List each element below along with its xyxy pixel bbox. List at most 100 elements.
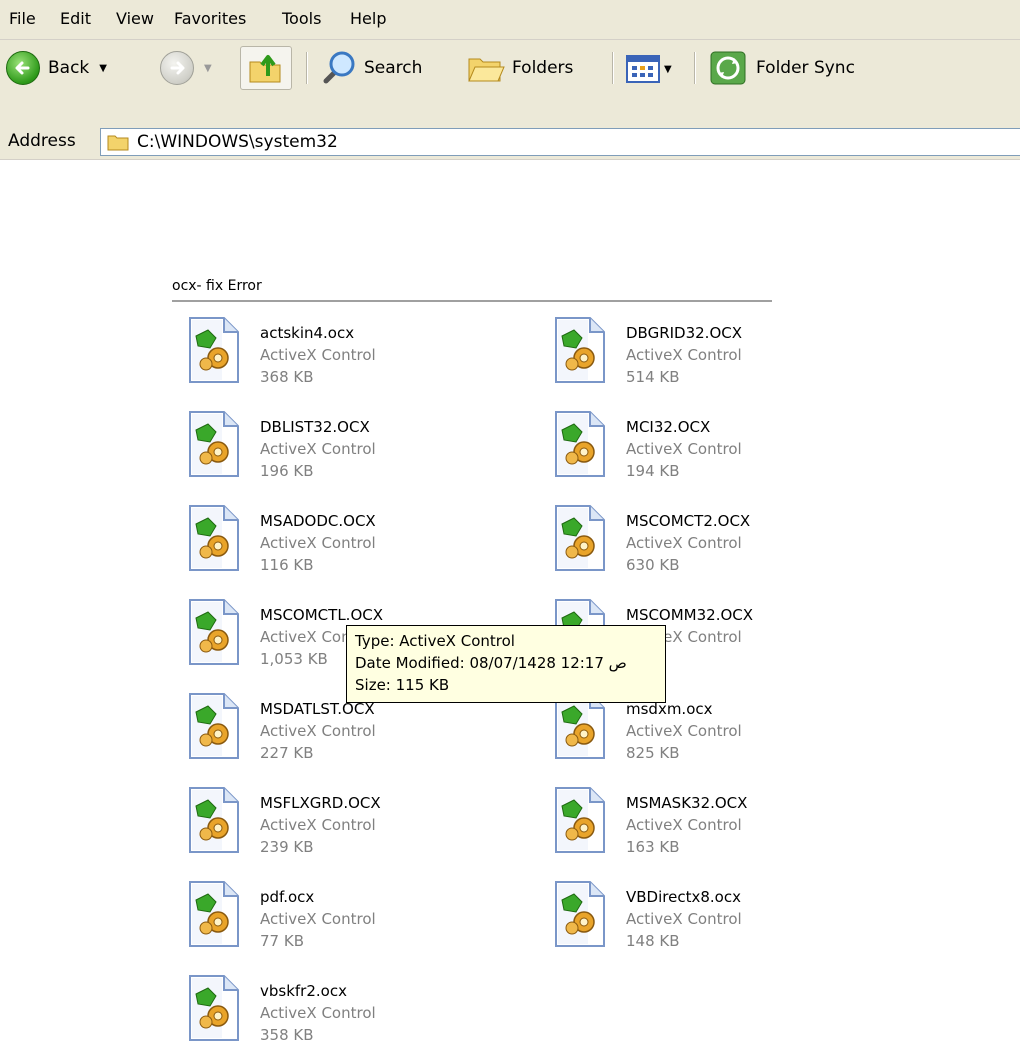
back-dropdown-icon[interactable]: ▼ [99,63,107,74]
file-item[interactable]: MCI32.OCX ActiveX Control 194 KB [552,410,882,496]
file-size: 1,053 KB [260,650,328,668]
back-label: Back [48,58,90,78]
views-icon [626,55,660,83]
file-size: 239 KB [260,838,314,856]
tooltip-size: Size: 115 KB [355,676,450,694]
activex-file-icon [186,974,242,1042]
activex-file-icon [186,598,242,666]
activex-file-icon [186,880,242,948]
forward-arrow-icon [160,51,194,85]
file-name: MSMASK32.OCX [626,794,748,812]
tooltip-date-modified: Date Modified: 08/07/1428 12:17 ص [355,654,627,672]
file-item[interactable]: pdf.ocx ActiveX Control 77 KB [186,880,516,966]
back-button[interactable]: Back ▼ [6,46,107,90]
file-size: 227 KB [260,744,314,762]
file-type: ActiveX Control [626,722,742,740]
file-name: DBLIST32.OCX [260,418,370,436]
activex-file-icon [186,316,242,384]
activex-file-icon [552,786,608,854]
menu-file[interactable]: File [9,9,36,28]
file-size: 196 KB [260,462,314,480]
forward-button[interactable]: ▼ [160,46,212,90]
file-size: 163 KB [626,838,680,856]
file-type: ActiveX Control [626,440,742,458]
file-size: 630 KB [626,556,680,574]
file-item[interactable]: actskin4.ocx ActiveX Control 368 KB [186,316,516,402]
menu-help[interactable]: Help [350,9,386,28]
views-button[interactable]: ▼ [626,52,676,86]
file-name: MSCOMM32.OCX [626,606,754,624]
file-type: ActiveX Control [626,816,742,834]
file-item[interactable]: MSFLXGRD.OCX ActiveX Control 239 KB [186,786,516,872]
file-name: vbskfr2.ocx [260,982,347,1000]
forward-dropdown-icon[interactable]: ▼ [204,63,212,74]
file-type: ActiveX Control [260,534,376,552]
file-item[interactable]: DBLIST32.OCX ActiveX Control 196 KB [186,410,516,496]
activex-file-icon [186,786,242,854]
views-dropdown-icon[interactable]: ▼ [664,64,672,75]
file-item[interactable]: MSADODC.OCX ActiveX Control 116 KB [186,504,516,590]
file-size: 194 KB [626,462,680,480]
folders-icon [468,58,505,82]
file-type: ActiveX Control [260,722,376,740]
file-type: ActiveX Control [626,910,742,928]
file-tooltip: Type: ActiveX Control Date Modified: 08/… [346,625,666,703]
toolbar-separator [612,52,614,84]
file-name: MSCOMCTL.OCX [260,606,384,624]
activex-file-icon [186,410,242,478]
file-item[interactable]: MSCOMCT2.OCX ActiveX Control 630 KB [552,504,882,590]
folder-sync-button[interactable]: Folder Sync [708,46,855,90]
activex-file-icon [552,316,608,384]
search-label: Search [364,58,423,78]
toolbar-separator [694,52,696,84]
file-item[interactable]: msdxm.ocx ActiveX Control 825 KB [552,692,882,778]
folder-sync-icon [710,51,746,85]
file-type: ActiveX Control [626,534,742,552]
activex-file-icon [552,880,608,948]
menu-favorites[interactable]: Favorites [174,9,246,28]
address-input[interactable]: C:\WINDOWS\system32 [100,128,1020,156]
file-size: 77 KB [260,932,304,950]
file-size: 358 KB [260,1026,314,1044]
file-name: MSFLXGRD.OCX [260,794,381,812]
tooltip-type: Type: ActiveX Control [355,632,515,650]
file-type: ActiveX Control [260,910,376,928]
file-name: VBDirectx8.ocx [626,888,741,906]
activex-file-icon [552,504,608,572]
address-bar: Address C:\WINDOWS\system32 [0,124,1020,160]
folders-button[interactable]: Folders [466,46,573,90]
menu-tools[interactable]: Tools [282,9,321,28]
file-name: pdf.ocx [260,888,315,906]
file-name: actskin4.ocx [260,324,355,342]
menu-edit[interactable]: Edit [60,9,91,28]
file-type: ActiveX Control [260,440,376,458]
up-folder-button[interactable] [240,46,292,90]
file-size: 514 KB [626,368,680,386]
file-name: MSCOMCT2.OCX [626,512,751,530]
menu-view[interactable]: View [116,9,154,28]
file-item[interactable]: MSDATLST.OCX ActiveX Control 227 KB [186,692,516,778]
folder-icon [107,135,129,151]
toolbar-separator [306,52,308,84]
back-arrow-icon [6,51,40,85]
search-button[interactable]: Search [318,46,422,90]
file-size: 825 KB [626,744,680,762]
activex-file-icon [186,504,242,572]
menu-bar: File Edit View Favorites Tools Help [0,0,1020,40]
file-item[interactable]: VBDirectx8.ocx ActiveX Control 148 KB [552,880,882,966]
file-name: DBGRID32.OCX [626,324,743,342]
file-item[interactable]: MSMASK32.OCX ActiveX Control 163 KB [552,786,882,872]
file-type: ActiveX Control [260,816,376,834]
file-size: 368 KB [260,368,314,386]
file-name: MCI32.OCX [626,418,711,436]
toolbar: Back ▼ ▼ Search Folders ▼ Folder Sync [0,40,1020,124]
file-type: ActiveX Control [260,1004,376,1022]
activex-file-icon [552,410,608,478]
folders-label: Folders [512,58,574,78]
activex-file-icon [186,692,242,760]
file-item[interactable]: DBGRID32.OCX ActiveX Control 514 KB [552,316,882,402]
file-type: ActiveX Control [626,346,742,364]
up-folder-icon [249,55,281,83]
file-item[interactable]: vbskfr2.ocx ActiveX Control 358 KB [186,974,516,1060]
file-name: MSADODC.OCX [260,512,376,530]
